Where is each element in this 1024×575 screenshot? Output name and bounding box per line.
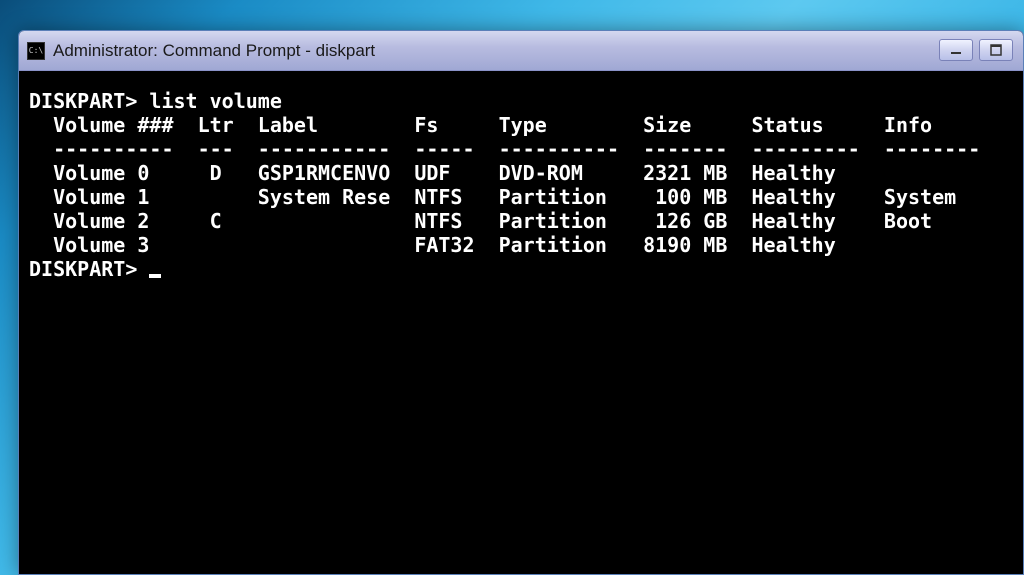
desktop-background: C:\ Administrator: Command Prompt - disk… <box>0 0 1024 575</box>
volume-row: Volume 3 FAT32 Partition 8190 MB Healthy <box>29 233 1013 257</box>
terminal-output[interactable]: DISKPART> list volume Volume ### Ltr Lab… <box>19 71 1023 574</box>
table-header: Volume ### Ltr Label Fs Type Size Status… <box>29 113 1013 137</box>
volume-row: Volume 1 System Rese NTFS Partition 100 … <box>29 185 1013 209</box>
maximize-button[interactable] <box>979 39 1013 61</box>
cmd-icon: C:\ <box>27 42 45 60</box>
titlebar[interactable]: C:\ Administrator: Command Prompt - disk… <box>19 31 1023 71</box>
prompt-line-active: DISKPART> <box>29 257 1013 281</box>
volume-row: Volume 0 D GSP1RMCENVO UDF DVD-ROM 2321 … <box>29 161 1013 185</box>
volume-row: Volume 2 C NTFS Partition 126 GB Healthy… <box>29 209 1013 233</box>
cursor <box>149 274 161 278</box>
table-divider: ---------- --- ----------- ----- -------… <box>29 137 1013 161</box>
maximize-icon <box>990 44 1002 56</box>
prompt-line: DISKPART> list volume <box>29 89 1013 113</box>
window-title: Administrator: Command Prompt - diskpart <box>53 41 1015 61</box>
command-prompt-window: C:\ Administrator: Command Prompt - disk… <box>18 30 1024 575</box>
prompt-text: DISKPART> <box>29 257 149 281</box>
minimize-icon <box>950 44 962 56</box>
window-controls <box>939 39 1013 61</box>
minimize-button[interactable] <box>939 39 973 61</box>
